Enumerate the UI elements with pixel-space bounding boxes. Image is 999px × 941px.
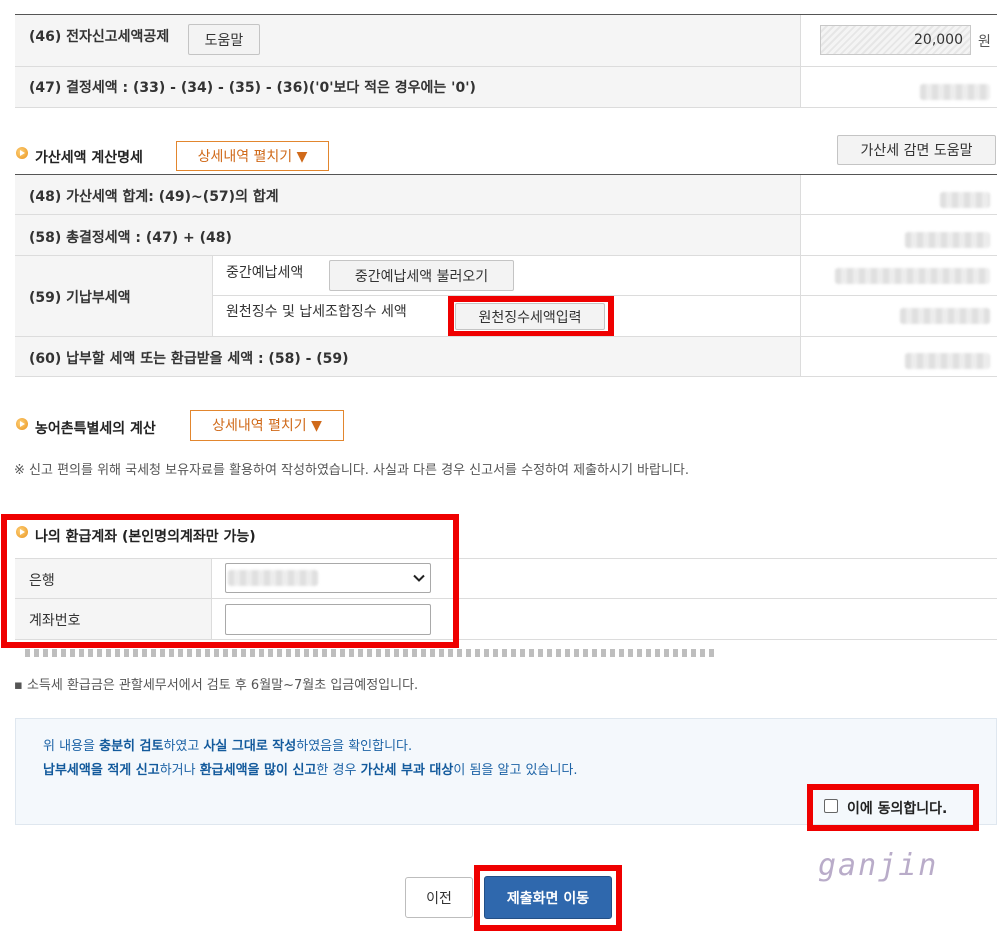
prev-button[interactable]: 이전	[405, 877, 473, 918]
row-divider	[15, 255, 997, 256]
table-divider	[800, 175, 801, 376]
section-bullet-icon	[16, 147, 28, 159]
row46-help-button[interactable]: 도움말	[188, 24, 260, 55]
row58-label: (58) 총결정세액 : (47) + (48)	[29, 230, 232, 246]
section-bullet-icon	[16, 418, 28, 430]
interim-load-button[interactable]: 중간예납세액 불러오기	[329, 260, 514, 291]
penalty-help-button[interactable]: 가산세 감면 도움말	[837, 135, 996, 165]
row46-amount-field: 20,000	[820, 25, 971, 55]
row46-label: (46) 전자신고세액공제	[29, 29, 170, 45]
row-divider	[15, 336, 997, 337]
row48-amount-blurred	[940, 192, 990, 208]
watermark: ganjin	[818, 848, 939, 883]
highlight-box	[448, 296, 614, 337]
table-divider	[800, 15, 801, 107]
rural-section-title: 농어촌특별세의 계산	[35, 421, 156, 437]
row60-amount-blurred	[905, 353, 990, 369]
highlight-box	[474, 865, 622, 931]
withholding-amount-blurred	[900, 308, 990, 324]
row59-withholding-label: 원천징수 및 납세조합징수 세액	[226, 304, 407, 320]
row-divider	[15, 66, 997, 67]
table-bottom-border	[15, 376, 997, 377]
row58-amount-blurred	[905, 232, 990, 248]
confirm-line-1: 위 내용을 충분히 검토하였고 사실 그대로 작성하였음을 확인합니다.	[43, 739, 413, 754]
row59-inner-divider	[212, 256, 213, 336]
row60-label: (60) 납부할 세액 또는 환급받을 세액 : (58) - (59)	[29, 351, 349, 367]
highlight-box	[1, 514, 459, 648]
rural-expand-button[interactable]: 상세내역 펼치기 ▼	[190, 410, 344, 441]
interim-amount-blurred	[835, 268, 990, 284]
row47-amount-blurred	[920, 84, 990, 100]
highlight-box	[807, 784, 979, 831]
refund-schedule-note: ▪ 소득세 환급금은 관할세무서에서 검토 후 6월말~7월초 입금예정입니다.	[14, 678, 419, 693]
table-bottom-border	[15, 107, 997, 108]
penalty-expand-button[interactable]: 상세내역 펼치기 ▼	[176, 141, 329, 171]
confirm-line-2: 납부세액을 적게 신고하거나 환급세액을 많이 신고한 경우 가산세 부과 대상…	[43, 763, 578, 778]
partially-hidden-note	[25, 646, 715, 660]
row47-label: (47) 결정세액 : (33) - (34) - (35) - (36)('0…	[29, 80, 476, 96]
row46-unit: 원	[978, 34, 991, 50]
row-divider	[15, 214, 997, 215]
row59-interim-label: 중간예납세액	[226, 265, 304, 281]
row59-label: (59) 기납부세액	[29, 290, 131, 306]
penalty-section-title: 가산세액 계산명세	[35, 150, 143, 166]
row48-label: (48) 가산세액 합계: (49)~(57)의 합계	[29, 189, 279, 205]
info-notice: ※ 신고 편의를 위해 국세청 보유자료를 활용하여 작성하였습니다. 사실과 …	[14, 463, 690, 478]
